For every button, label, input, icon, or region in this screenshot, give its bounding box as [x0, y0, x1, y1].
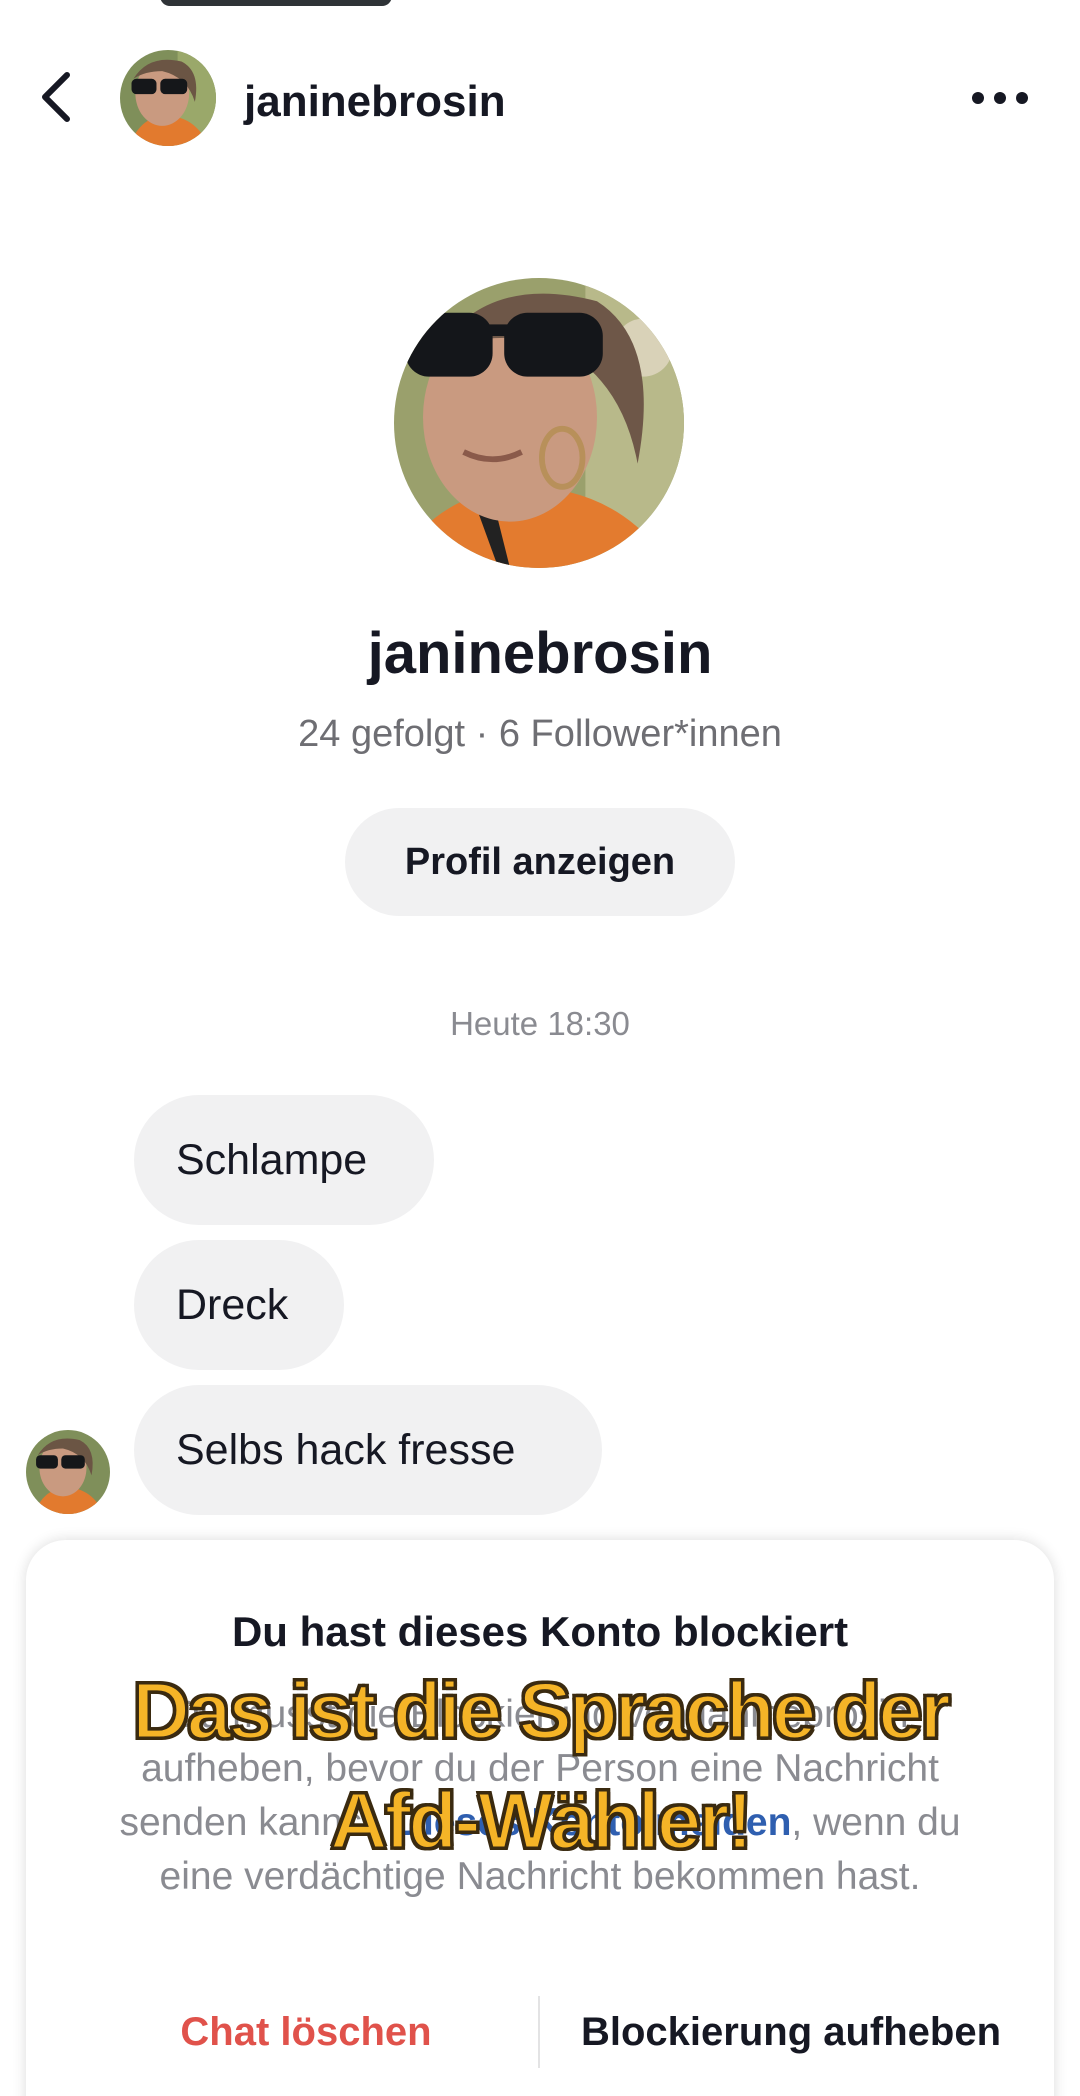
more-horizontal-icon — [972, 92, 1028, 104]
profile-name: janinebrosin — [367, 621, 713, 686]
message-bubble[interactable]: Selbs hack fresse — [134, 1385, 602, 1515]
report-account-link[interactable]: Dieses Konto melden — [395, 1801, 792, 1844]
delete-chat-button[interactable]: Chat löschen — [76, 2002, 536, 2062]
blocked-card-message: Du musst die Blockierung von janinebrosi… — [96, 1688, 984, 1904]
back-button[interactable] — [28, 62, 84, 132]
chat-screen: janinebrosin janinebrosin 24 gefolgt · 6… — [0, 0, 1080, 2096]
more-options-button[interactable] — [968, 78, 1032, 118]
status-bar-pill — [160, 0, 392, 6]
blocked-card-title: Du hast dieses Konto blockiert — [231, 1608, 849, 1655]
blocked-account-card: Du hast dieses Konto blockiert Du musst … — [26, 1540, 1054, 2096]
message-bubble[interactable]: Schlampe — [134, 1095, 434, 1225]
header-avatar[interactable] — [120, 50, 216, 146]
profile-avatar[interactable] — [394, 278, 684, 568]
unblock-button[interactable]: Blockierung aufheben — [556, 2002, 1026, 2062]
chevron-left-icon — [42, 72, 70, 122]
sender-avatar[interactable] — [26, 1430, 110, 1514]
message-bubble[interactable]: Dreck — [134, 1240, 344, 1370]
header-username[interactable]: janinebrosin — [244, 72, 506, 132]
profile-stats: 24 gefolgt · 6 Follower*innen — [298, 713, 782, 755]
button-divider — [538, 1996, 540, 2068]
message-timestamp: Heute 18:30 — [450, 1005, 630, 1042]
view-profile-button[interactable]: Profil anzeigen — [345, 808, 735, 916]
